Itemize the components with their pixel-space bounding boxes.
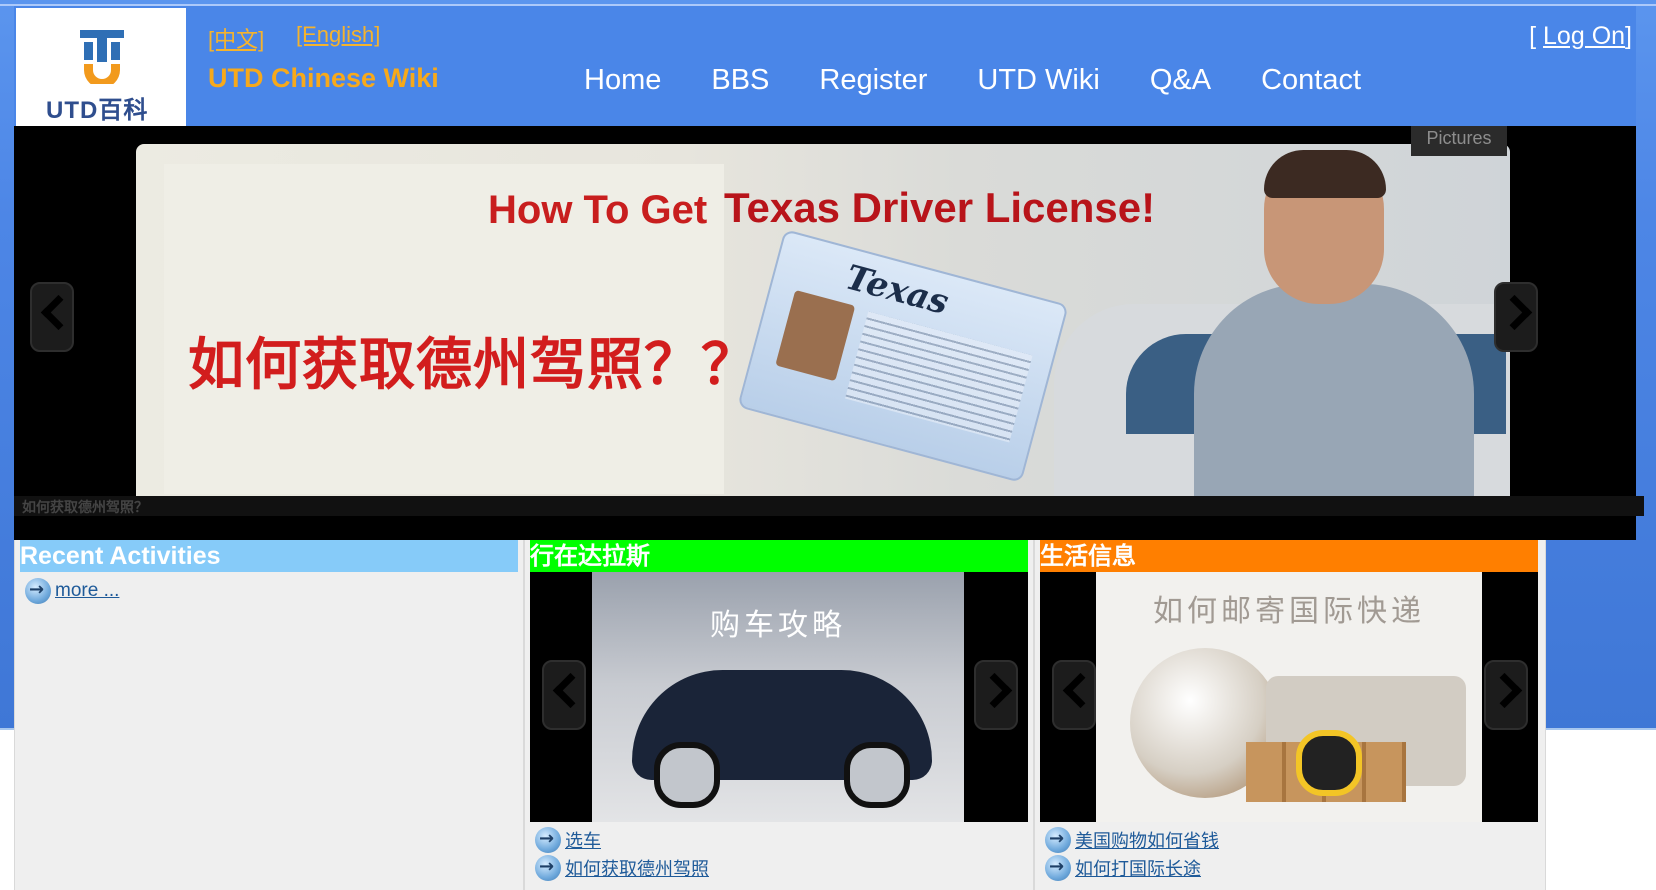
lang-chinese-link[interactable]: [中文] xyxy=(208,22,264,54)
arrow-bullet-icon xyxy=(535,855,561,881)
logon-bracket-close: ] xyxy=(1625,22,1632,50)
more-link[interactable]: more ... xyxy=(55,580,119,602)
main-nav: Home BBS Register UTD Wiki Q&A Contact xyxy=(584,64,1411,97)
slider-prev-arrow-icon[interactable] xyxy=(30,282,74,352)
nav-register[interactable]: Register xyxy=(819,64,927,97)
arrow-bullet-icon xyxy=(535,827,561,853)
car-buying-image-title: 购车攻略 xyxy=(710,608,846,643)
life-link-list: 美国购物如何省钱 如何打国际长途 xyxy=(1045,826,1219,882)
dallas-header: 行在达拉斯 xyxy=(530,540,1028,572)
list-item: 美国购物如何省钱 xyxy=(1045,826,1219,854)
life-next-arrow-icon[interactable] xyxy=(1484,660,1528,730)
slide-headline-part-1: How To Get xyxy=(488,188,708,232)
intl-shipping-image-title: 如何邮寄国际快递 xyxy=(1153,594,1425,629)
list-item: 如何打国际长途 xyxy=(1045,854,1219,882)
dallas-slider: 购车攻略 xyxy=(530,572,1028,822)
featured-slider: How To Get Texas Driver License! 如何获取德州驾… xyxy=(14,126,1644,540)
slide-headline-part-2: Texas Driver License! xyxy=(724,184,1156,231)
recent-activities-panel: Recent Activities more ... xyxy=(14,540,524,890)
dallas-link-choose-car[interactable]: 选车 xyxy=(565,827,601,853)
license-details xyxy=(845,311,1033,443)
list-item: 选车 xyxy=(535,826,709,854)
arrow-bullet-icon xyxy=(1045,855,1071,881)
nav-utd-wiki[interactable]: UTD Wiki xyxy=(977,64,1099,97)
slide-caption: 如何获取德州驾照？ xyxy=(14,496,1644,516)
intl-shipping-image[interactable]: 如何邮寄国际快递 xyxy=(1096,572,1482,822)
car-wheel-rear xyxy=(844,742,910,808)
license-state-text: Texas xyxy=(841,257,953,324)
arrow-bullet-icon xyxy=(25,578,51,604)
slide-driver-license[interactable]: How To Get Texas Driver License! 如何获取德州驾… xyxy=(136,144,1510,516)
nav-contact[interactable]: Contact xyxy=(1261,64,1361,97)
lang-english-link[interactable]: [English] xyxy=(296,22,380,48)
list-item: 如何获取德州驾照 xyxy=(535,854,709,882)
life-link-shopping[interactable]: 美国购物如何省钱 xyxy=(1075,827,1219,853)
arrow-bullet-icon xyxy=(1045,827,1071,853)
dallas-prev-arrow-icon[interactable] xyxy=(542,660,586,730)
clock-illustration xyxy=(1296,730,1362,796)
utd-logo-icon xyxy=(80,30,124,84)
nav-home[interactable]: Home xyxy=(584,64,661,97)
car-illustration xyxy=(632,670,932,808)
dallas-next-arrow-icon[interactable] xyxy=(974,660,1018,730)
slide-headline-chinese: 如何获取德州驾照？？ xyxy=(188,333,758,398)
slide-license-card: Texas xyxy=(737,229,1069,483)
logo-text: UTD百科 xyxy=(46,97,149,124)
slide-person-hair xyxy=(1264,150,1386,198)
logon-bracket-open: [ xyxy=(1529,22,1544,50)
logon-link[interactable]: Log On xyxy=(1543,22,1625,50)
dallas-panel: 行在达拉斯 购车攻略 选车 如何 xyxy=(524,540,1034,890)
life-info-header: 生活信息 xyxy=(1040,540,1538,572)
nav-qa[interactable]: Q&A xyxy=(1150,64,1211,97)
content-panels: Recent Activities more ... 行在达拉斯 购车攻略 xyxy=(14,540,1636,890)
more-link-row: more ... xyxy=(25,578,119,604)
nav-bbs[interactable]: BBS xyxy=(711,64,769,97)
site-header: UTD百科 [中文] [English] UTD Chinese Wiki Ho… xyxy=(14,6,1636,126)
dallas-link-driver-license[interactable]: 如何获取德州驾照 xyxy=(565,855,709,881)
car-wheel-front xyxy=(654,742,720,808)
life-info-panel: 生活信息 如何邮寄国际快递 美国购物如何省钱 xyxy=(1034,540,1546,890)
life-prev-arrow-icon[interactable] xyxy=(1052,660,1096,730)
logon-area: [ Log On] xyxy=(1529,22,1632,51)
recent-activities-header: Recent Activities xyxy=(20,540,518,572)
life-info-slider: 如何邮寄国际快递 xyxy=(1040,572,1538,822)
pictures-tab[interactable]: Pictures xyxy=(1411,126,1507,156)
site-title: UTD Chinese Wiki xyxy=(208,63,439,93)
site-logo[interactable]: UTD百科 xyxy=(16,8,186,126)
dallas-link-list: 选车 如何获取德州驾照 xyxy=(535,826,709,882)
slide-person-body xyxy=(1194,284,1474,516)
car-buying-image[interactable]: 购车攻略 xyxy=(592,572,964,822)
life-link-intl-call[interactable]: 如何打国际长途 xyxy=(1075,855,1201,881)
slider-next-arrow-icon[interactable] xyxy=(1494,282,1538,352)
license-photo xyxy=(775,289,856,382)
page-container: UTD百科 [中文] [English] UTD Chinese Wiki Ho… xyxy=(14,6,1644,890)
